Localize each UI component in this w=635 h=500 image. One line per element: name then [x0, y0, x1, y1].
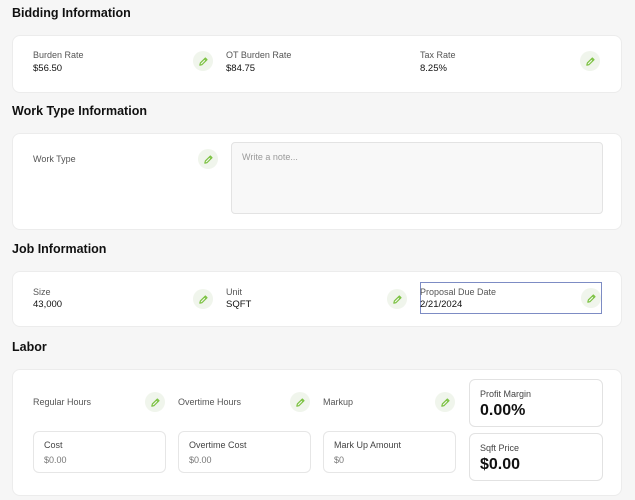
sqft-price-label: Sqft Price — [480, 443, 520, 453]
pencil-icon — [586, 293, 596, 303]
size-value: 43,000 — [33, 299, 63, 310]
mark-up-amount-label: Mark Up Amount — [334, 440, 402, 450]
tax-rate-value: 8.25% — [420, 63, 447, 74]
pencil-icon — [203, 154, 213, 164]
work-type-label: Work Type — [33, 154, 76, 164]
markup-label: Markup — [323, 397, 354, 407]
proposal-due-date-value: 2/21/2024 — [420, 299, 463, 310]
ot-burden-rate-label: OT Burden Rate — [226, 50, 292, 60]
overtime-hours-label: Overtime Hours — [178, 397, 242, 407]
burden-rate-value: $56.50 — [33, 63, 63, 74]
overtime-cost-box: Overtime Cost $0.00 — [178, 431, 311, 473]
unit-value: SQFT — [226, 299, 252, 310]
edit-size-button[interactable] — [193, 289, 213, 309]
profit-margin-label: Profit Margin — [480, 389, 532, 399]
edit-markup-button[interactable] — [435, 392, 455, 412]
overtime-cost-value: $0.00 — [189, 455, 212, 465]
ot-burden-rate-value: $84.75 — [226, 63, 256, 74]
bidding-card: Burden Rate $56.50 OT Burden Rate $84.75… — [12, 35, 622, 93]
work-type-section-title: Work Type Information — [12, 104, 147, 118]
pencil-icon — [585, 56, 595, 66]
size-label: Size — [33, 287, 51, 297]
burden-rate-label: Burden Rate — [33, 50, 84, 60]
proposal-due-date-label: Proposal Due Date — [420, 287, 497, 297]
cost-value: $0.00 — [44, 455, 67, 465]
edit-proposal-due-date-button[interactable] — [581, 288, 601, 308]
cost-box: Cost $0.00 — [33, 431, 166, 473]
mark-up-amount-value: $0 — [334, 455, 345, 465]
edit-overtime-hours-button[interactable] — [290, 392, 310, 412]
bidding-section-title: Bidding Information — [12, 6, 131, 20]
job-section-title: Job Information — [12, 242, 107, 256]
unit-label: Unit — [226, 287, 243, 297]
pencil-icon — [440, 397, 450, 407]
regular-hours-label: Regular Hours — [33, 397, 92, 407]
mark-up-amount-box: Mark Up Amount $0 — [323, 431, 456, 473]
pencil-icon — [198, 56, 208, 66]
profit-margin-box: Profit Margin 0.00% — [469, 379, 603, 427]
overtime-cost-label: Overtime Cost — [189, 440, 247, 450]
pencil-icon — [392, 294, 402, 304]
labor-card: Regular Hours Overtime Hours Markup Cost… — [12, 369, 622, 496]
edit-burden-rate-button[interactable] — [193, 51, 213, 71]
edit-tax-rate-button[interactable] — [580, 51, 600, 71]
sqft-price-box: Sqft Price $0.00 — [469, 433, 603, 481]
pencil-icon — [150, 397, 160, 407]
work-type-note-input[interactable] — [231, 142, 603, 214]
job-card: Size 43,000 Unit SQFT Proposal Due Date … — [12, 271, 622, 327]
edit-regular-hours-button[interactable] — [145, 392, 165, 412]
edit-work-type-button[interactable] — [198, 149, 218, 169]
pencil-icon — [198, 294, 208, 304]
cost-label: Cost — [44, 440, 63, 450]
sqft-price-value: $0.00 — [480, 456, 521, 473]
tax-rate-label: Tax Rate — [420, 50, 456, 60]
edit-unit-button[interactable] — [387, 289, 407, 309]
pencil-icon — [295, 397, 305, 407]
profit-margin-value: 0.00% — [480, 402, 526, 419]
work-type-card: Work Type — [12, 133, 622, 230]
labor-section-title: Labor — [12, 340, 47, 354]
